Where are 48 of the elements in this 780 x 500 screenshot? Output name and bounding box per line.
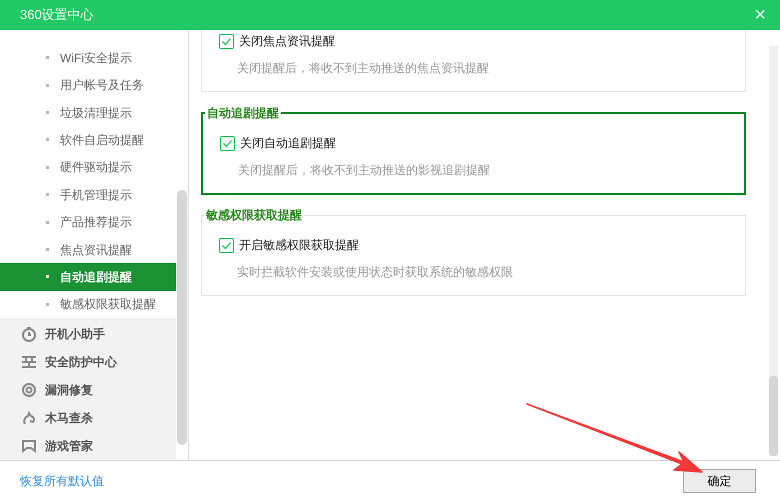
sidebar-section[interactable]: 游戏管家 (0, 432, 176, 460)
checkbox[interactable] (219, 238, 234, 252)
checkbox[interactable] (220, 136, 235, 150)
sidebar-section[interactable]: 木马查杀 (0, 404, 176, 432)
sidebar-section[interactable]: 漏洞修复 (0, 376, 176, 404)
bullet-icon (46, 84, 49, 87)
bullet-icon (46, 56, 49, 60)
sidebar-item[interactable]: 硬件驱动提示 (0, 154, 176, 182)
sidebar-item[interactable]: 软件自启动提醒 (0, 126, 176, 154)
sidebar-section[interactable]: 安全防护中心 (0, 348, 176, 376)
checkmark-icon (221, 36, 232, 46)
option-description: 关闭提醒后，将收不到主动推送的影视追剧提醒 (237, 162, 491, 179)
bullet-icon (46, 302, 49, 306)
group-title: 敏感权限获取提醒 (204, 206, 304, 224)
sidebar-item[interactable]: 用户帐号及任务 (0, 71, 176, 99)
checkmark-icon (222, 138, 233, 148)
sidebar-item[interactable]: 敏感权限获取提醒 (0, 290, 176, 318)
checkbox[interactable] (219, 34, 234, 48)
bullet-icon (46, 166, 49, 169)
horse-icon (21, 410, 37, 426)
restore-defaults-link[interactable]: 恢复所有默认值 (20, 472, 104, 490)
sidebar-item[interactable]: 焦点资讯提醒 (0, 236, 176, 264)
window-title: 360设置中心 (20, 6, 94, 24)
option-description: 实时拦截软件安装或使用状态时获取系统的敏感权限 (236, 264, 514, 281)
option-label[interactable]: 关闭焦点资讯提醒 (239, 32, 335, 50)
sidebar-section[interactable]: 开机小助手 (0, 320, 176, 348)
sidebar-item[interactable]: 产品推荐提示 (0, 208, 176, 236)
sidebar-item[interactable]: 垃圾清理提示 (0, 98, 176, 126)
sidebar-item[interactable]: 手机管理提示 (0, 181, 176, 208)
sidebar-item[interactable]: WiFi安全提示 (0, 44, 176, 72)
bullet-icon (46, 275, 49, 278)
bullet-icon (46, 138, 49, 142)
ok-button[interactable]: 确定 (683, 468, 756, 492)
gamepad-icon (21, 438, 37, 454)
bullet-icon (46, 193, 49, 196)
wall-icon (21, 354, 37, 370)
checkmark-icon (221, 240, 232, 250)
sidebar-item[interactable]: 自动追剧提醒 (0, 263, 176, 291)
bullet-icon (46, 220, 49, 224)
scrollbar-thumb[interactable] (768, 376, 778, 456)
bullet-icon (46, 248, 49, 252)
group-title: 自动追剧提醒 (205, 104, 281, 122)
option-label[interactable]: 关闭自动追剧提醒 (240, 134, 336, 152)
option-label[interactable]: 开启敏感权限获取提醒 (239, 236, 359, 254)
bullet-icon (46, 111, 49, 114)
option-description: 关闭提醒后，将收不到主动推送的焦点资讯提醒 (236, 60, 490, 77)
stopwatch-icon (21, 326, 37, 342)
scrollbar-thumb[interactable] (177, 190, 187, 445)
